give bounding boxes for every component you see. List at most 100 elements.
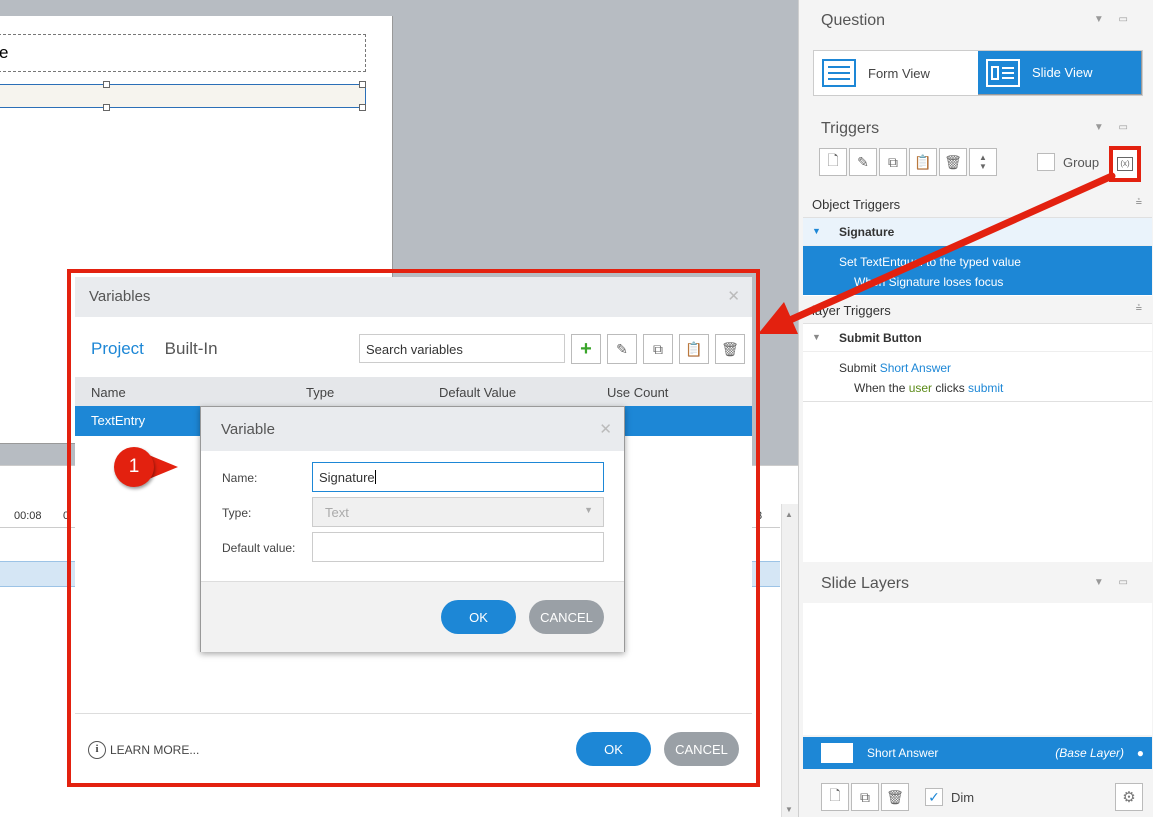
expand-icon[interactable]: ▼ xyxy=(812,332,821,342)
trigger-link[interactable]: Short Answer xyxy=(880,361,951,375)
trigger-group-submit[interactable]: ▼ Submit Button xyxy=(803,324,1152,352)
panel-controls-icon[interactable]: ▼ ▭ xyxy=(1094,577,1134,588)
learn-more-link[interactable]: i LEARN MORE... xyxy=(88,741,199,759)
trigger-link[interactable]: submit xyxy=(968,381,1003,395)
variables-dialog-titlebar: Variables ✕ xyxy=(75,277,752,317)
paste-variable-icon[interactable]: 📋 xyxy=(679,334,709,364)
manage-variables-button[interactable]: (x) xyxy=(1109,146,1141,182)
player-triggers-header[interactable]: layer Triggers ⩮ xyxy=(803,296,1152,324)
title-textbox[interactable]: e xyxy=(0,34,366,72)
resize-handle[interactable] xyxy=(103,81,110,88)
duplicate-layer-icon[interactable]: ⧉ xyxy=(851,783,879,811)
column-header[interactable]: Use Count xyxy=(607,385,668,400)
question-title: Question xyxy=(821,12,886,29)
move-trigger-icon[interactable]: ▲ ▼ xyxy=(969,148,997,176)
delete-trigger-icon[interactable]: 🗑 xyxy=(939,148,967,176)
triggers-toolbar: 🗋 ✎ ⧉ 📋 🗑 ▲ ▼ xyxy=(819,148,997,176)
step-callout: 1 xyxy=(114,447,178,487)
gear-icon[interactable]: ⚙ xyxy=(1115,783,1143,811)
variables-table-header: Name Type Default Value Use Count xyxy=(75,377,752,406)
variable-type-select[interactable]: Text ▼ xyxy=(312,497,604,527)
variable-dialog: Variable ✕ Name: Signature Type: Text ▼ … xyxy=(200,406,625,652)
copy-variable-icon[interactable]: ⧉ xyxy=(643,334,673,364)
triggers-panel-header: Triggers ▼ ▭ xyxy=(799,108,1153,148)
variables-tabs: Project Built-In xyxy=(91,339,234,359)
ok-button[interactable]: OK xyxy=(576,732,651,766)
scroll-up-icon[interactable]: ▲ xyxy=(785,510,793,519)
base-layer-row[interactable]: Short Answer (Base Layer) ● xyxy=(803,737,1152,769)
player-triggers-label: layer Triggers xyxy=(812,303,891,318)
column-header[interactable]: Type xyxy=(306,385,334,400)
resize-handle[interactable] xyxy=(103,104,110,111)
view-toggle: Form View Slide View xyxy=(813,50,1143,96)
trigger-item[interactable]: Submit Short Answer When the user clicks… xyxy=(803,352,1152,402)
variables-dialog-footer: i LEARN MORE... OK CANCEL xyxy=(75,713,752,779)
form-view-label: Form View xyxy=(868,65,930,81)
timeline-scrollbar[interactable]: ▲ ▼ xyxy=(781,504,798,817)
delete-variable-icon[interactable]: 🗑 xyxy=(715,334,745,364)
resize-handle[interactable] xyxy=(359,104,366,111)
add-variable-icon[interactable]: + xyxy=(571,334,601,364)
delete-layer-icon[interactable]: 🗑 xyxy=(881,783,909,811)
timeline-tick: 00:08 xyxy=(14,510,42,522)
form-view-icon xyxy=(822,59,856,87)
dim-checkbox[interactable]: ✓ Dim xyxy=(925,788,974,806)
panel-controls-icon[interactable]: ▼ ▭ xyxy=(1094,14,1134,25)
triggers-title: Triggers xyxy=(821,120,880,137)
tab-project[interactable]: Project xyxy=(91,339,144,358)
slide-layers-title: Slide Layers xyxy=(821,575,910,592)
panel-controls-icon[interactable]: ▼ ▭ xyxy=(1094,122,1134,133)
object-triggers-label: Object Triggers xyxy=(812,197,901,212)
eye-icon[interactable]: ● xyxy=(1137,746,1144,760)
new-trigger-icon[interactable]: 🗋 xyxy=(819,148,847,176)
column-header[interactable]: Default Value xyxy=(439,385,516,400)
dim-label: Dim xyxy=(951,789,975,805)
close-icon[interactable]: ✕ xyxy=(599,420,612,438)
expand-icon[interactable]: ▼ xyxy=(812,226,821,236)
slide-view-label: Slide View xyxy=(1032,65,1093,80)
group-check[interactable] xyxy=(1037,153,1055,171)
signature-text-entry[interactable] xyxy=(0,84,366,108)
variable-dialog-footer: OK CANCEL xyxy=(201,581,624,652)
new-layer-icon[interactable]: 🗋 xyxy=(821,783,849,811)
trigger-item[interactable]: Set TextEntqual to the typed value When … xyxy=(803,246,1152,295)
collapse-icon[interactable]: ⩮ xyxy=(1136,302,1142,315)
layers-toolbar: 🗋 ⧉ 🗑 ✓ Dim xyxy=(821,783,974,811)
chevron-down-icon: ▼ xyxy=(584,505,593,515)
close-icon[interactable]: ✕ xyxy=(727,287,740,305)
trigger-group-signature[interactable]: ▼ Signature xyxy=(803,218,1152,246)
variable-name-input[interactable]: Signature xyxy=(312,462,604,492)
type-label: Type: xyxy=(222,506,252,520)
cancel-button[interactable]: CANCEL xyxy=(529,600,604,634)
edit-variable-icon[interactable]: ✎ xyxy=(607,334,637,364)
paste-trigger-icon[interactable]: 📋 xyxy=(909,148,937,176)
variable-dialog-title: Variable xyxy=(221,421,275,438)
column-header[interactable]: Name xyxy=(91,385,126,400)
slide-layers-header: Slide Layers ▼ ▭ xyxy=(799,563,1153,603)
scroll-down-icon[interactable]: ▼ xyxy=(785,805,793,814)
ok-button[interactable]: OK xyxy=(441,600,516,634)
object-triggers-header[interactable]: Object Triggers ⩮ xyxy=(803,190,1152,218)
layer-name: Short Answer xyxy=(867,746,939,760)
slide-view-icon xyxy=(986,58,1020,87)
title-text: e xyxy=(0,43,9,62)
group-checkbox[interactable]: Group xyxy=(1037,153,1099,171)
collapse-icon[interactable]: ⩮ xyxy=(1136,196,1142,209)
slide-view-button[interactable]: Slide View xyxy=(978,51,1142,95)
info-icon: i xyxy=(88,741,106,759)
resize-handle[interactable] xyxy=(359,81,366,88)
variables-icon: (x) xyxy=(1117,157,1133,171)
form-view-button[interactable]: Form View xyxy=(814,51,978,95)
variables-toolbar: + ✎ ⧉ 📋 🗑 xyxy=(571,334,745,364)
name-label: Name: xyxy=(222,471,258,485)
right-panel: Question ▼ ▭ Form View Slide View Trigge… xyxy=(798,0,1153,817)
copy-trigger-icon[interactable]: ⧉ xyxy=(879,148,907,176)
variable-dialog-titlebar: Variable ✕ xyxy=(201,407,624,451)
search-variables-input[interactable]: Search variables xyxy=(359,334,565,363)
dim-check[interactable]: ✓ xyxy=(925,788,943,806)
default-value-input[interactable] xyxy=(312,532,604,562)
default-value-label: Default value: xyxy=(222,541,296,555)
edit-trigger-icon[interactable]: ✎ xyxy=(849,148,877,176)
cancel-button[interactable]: CANCEL xyxy=(664,732,739,766)
tab-built-in[interactable]: Built-In xyxy=(165,339,218,358)
